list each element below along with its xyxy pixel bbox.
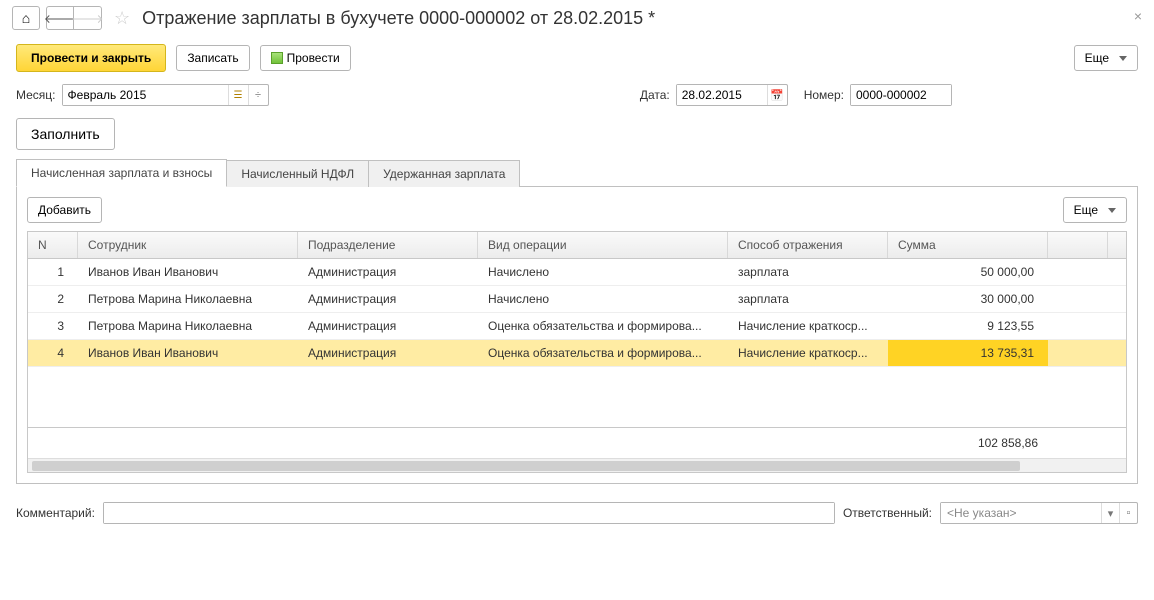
back-button[interactable]: 🡐 [46,6,74,30]
cell-department: Администрация [298,259,478,285]
number-input[interactable] [850,84,952,106]
cell-department: Администрация [298,340,478,366]
chevron-down-icon [1108,208,1116,213]
table-row[interactable]: 4Иванов Иван ИвановичАдминистрацияОценка… [28,340,1126,367]
open-ref-icon[interactable]: ▫ [1119,503,1137,523]
more-button[interactable]: Еще [1074,45,1138,71]
cell-operation: Оценка обязательства и формирова... [478,340,728,366]
post-icon [271,52,283,64]
cell-n: 1 [28,259,78,285]
col-n[interactable]: N [28,232,78,258]
cell-employee: Иванов Иван Иванович [78,259,298,285]
col-operation[interactable]: Вид операции [478,232,728,258]
horizontal-scrollbar[interactable] [28,458,1126,472]
save-button[interactable]: Записать [176,45,249,71]
cell-method: зарплата [728,286,888,312]
cell-employee: Петрова Марина Николаевна [78,313,298,339]
cell-amount: 50 000,00 [888,259,1048,285]
responsible-select[interactable]: ▾ ▫ [940,502,1138,524]
calendar-icon[interactable] [767,85,787,105]
cell-operation: Начислено [478,286,728,312]
cell-amount: 30 000,00 [888,286,1048,312]
month-label: Месяц: [16,88,56,102]
tab-salary-contributions[interactable]: Начисленная зарплата и взносы [16,159,227,187]
cell-method: зарплата [728,259,888,285]
grid-total: 102 858,86 [888,428,1048,458]
chevron-down-icon [1119,56,1127,61]
select-caret-icon[interactable]: ▾ [1101,503,1119,523]
col-method[interactable]: Способ отражения [728,232,888,258]
cell-n: 2 [28,286,78,312]
month-step-icon[interactable]: ÷ [248,85,268,105]
number-label: Номер: [804,88,844,102]
fill-button[interactable]: Заполнить [16,118,115,150]
table-row[interactable]: 1Иванов Иван ИвановичАдминистрацияНачисл… [28,259,1126,286]
month-picker-icon[interactable] [228,85,248,105]
responsible-label: Ответственный: [843,506,932,520]
cell-department: Администрация [298,286,478,312]
tab-panel: Добавить Еще N Сотрудник Подразделение В… [16,186,1138,484]
more-label: Еще [1085,51,1109,65]
home-button[interactable] [12,6,40,30]
arrow-right-icon: 🡒 [71,11,103,26]
table-row[interactable]: 3Петрова Марина НиколаевнаАдминистрацияО… [28,313,1126,340]
favorite-star-icon[interactable]: ☆ [114,8,130,29]
home-icon [22,10,30,26]
post-label: Провести [287,51,340,65]
post-button[interactable]: Провести [260,45,351,71]
cell-operation: Оценка обязательства и формирова... [478,313,728,339]
cell-method: Начисление краткоср... [728,340,888,366]
grid-header: N Сотрудник Подразделение Вид операции С… [28,232,1126,259]
date-label: Дата: [640,88,670,102]
cell-employee: Петрова Марина Николаевна [78,286,298,312]
grid-footer: 102 858,86 [28,427,1126,458]
tab-ndfl[interactable]: Начисленный НДФЛ [226,160,369,187]
panel-more-button[interactable]: Еще [1063,197,1127,223]
close-button[interactable]: × [1134,8,1142,24]
comment-label: Комментарий: [16,506,95,520]
salary-grid: N Сотрудник Подразделение Вид операции С… [27,231,1127,473]
cell-amount: 9 123,55 [888,313,1048,339]
cell-method: Начисление краткоср... [728,313,888,339]
panel-more-label: Еще [1074,203,1098,217]
month-input[interactable]: ÷ [62,84,269,106]
cell-operation: Начислено [478,259,728,285]
cell-n: 4 [28,340,78,366]
col-extra[interactable] [1048,232,1108,258]
comment-input[interactable] [103,502,835,524]
date-input[interactable] [676,84,788,106]
add-row-button[interactable]: Добавить [27,197,102,223]
table-row[interactable]: 2Петрова Марина НиколаевнаАдминистрацияН… [28,286,1126,313]
tab-withheld[interactable]: Удержанная зарплата [368,160,520,187]
col-amount[interactable]: Сумма [888,232,1048,258]
page-title: Отражение зарплаты в бухучете 0000-00000… [142,8,655,29]
col-department[interactable]: Подразделение [298,232,478,258]
cell-employee: Иванов Иван Иванович [78,340,298,366]
cell-n: 3 [28,313,78,339]
cell-amount: 13 735,31 [888,340,1048,366]
post-and-close-button[interactable]: Провести и закрыть [16,44,166,72]
cell-department: Администрация [298,313,478,339]
forward-button[interactable]: 🡒 [74,6,102,30]
col-employee[interactable]: Сотрудник [78,232,298,258]
